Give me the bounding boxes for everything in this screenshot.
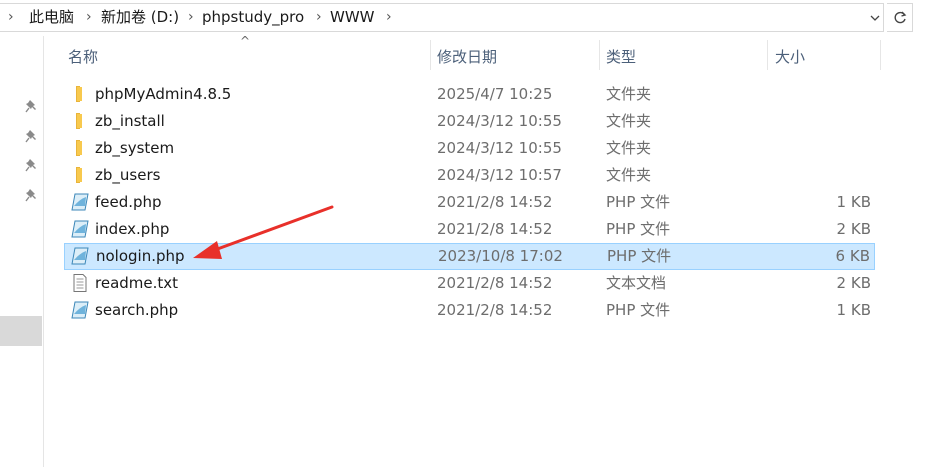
column-divider[interactable] [880,40,881,70]
pin-icon[interactable] [24,157,40,173]
file-size: 2 KB [836,220,871,238]
file-date: 2025/4/7 10:25 [437,85,553,103]
php-file-icon [70,301,90,319]
php-file-icon [70,247,90,265]
file-date: 2021/2/8 14:52 [437,301,553,319]
chevron-right-icon[interactable]: › [8,4,14,31]
file-size: 1 KB [836,301,871,319]
file-date: 2023/10/8 17:02 [438,247,563,265]
file-row[interactable]: readme.txt 2021/2/8 14:52 文本文档 2 KB [64,270,875,297]
folder-icon [70,139,90,157]
folder-icon [70,166,90,184]
pin-icon[interactable] [24,98,40,114]
file-name: readme.txt [95,274,179,292]
column-header-name[interactable]: 名称 [68,44,98,70]
file-row[interactable]: feed.php 2021/2/8 14:52 PHP 文件 1 KB [64,189,875,216]
refresh-icon [894,11,906,24]
file-type: 文件夹 [606,112,652,130]
file-row[interactable]: index.php 2021/2/8 14:52 PHP 文件 2 KB [64,216,875,243]
chevron-right-icon[interactable]: › [86,4,92,31]
file-type: 文件夹 [606,166,652,184]
navigation-pane [0,36,44,467]
file-name: phpMyAdmin4.8.5 [95,85,232,103]
file-date: 2024/3/12 10:57 [437,166,562,184]
column-header-size[interactable]: 大小 [775,44,805,70]
file-row[interactable]: search.php 2021/2/8 14:52 PHP 文件 1 KB [64,297,875,324]
refresh-button[interactable] [887,3,913,32]
file-type: PHP 文件 [606,193,671,211]
file-type: PHP 文件 [607,247,672,265]
column-divider[interactable] [599,40,600,70]
pin-icon[interactable] [24,128,40,144]
php-file-icon [70,193,90,211]
file-type: 文本文档 [606,274,667,292]
file-date: 2021/2/8 14:52 [437,220,553,238]
file-row[interactable]: zb_install 2024/3/12 10:55 文件夹 [64,108,875,135]
file-row[interactable]: zb_users 2024/3/12 10:57 文件夹 [64,162,875,189]
column-divider[interactable] [767,40,768,70]
chevron-down-icon [870,15,880,21]
chevron-right-icon[interactable]: › [316,4,322,31]
pin-icon[interactable] [24,187,40,203]
breadcrumb-drive-d[interactable]: 新加卷 (D:) [101,4,179,31]
file-name: zb_system [95,139,175,157]
breadcrumb-www[interactable]: WWW [330,4,375,31]
php-file-icon [70,220,90,238]
file-date: 2024/3/12 10:55 [437,139,562,157]
folder-icon [70,85,90,103]
file-name: zb_users [95,166,161,184]
file-name: index.php [95,220,170,238]
file-name: nologin.php [96,247,185,265]
file-size: 1 KB [836,193,871,211]
chevron-right-icon[interactable]: › [386,4,392,31]
sort-ascending-icon: ^ [240,34,251,48]
file-row[interactable]: zb_system 2024/3/12 10:55 文件夹 [64,135,875,162]
file-name: search.php [95,301,179,319]
column-header-type[interactable]: 类型 [606,44,636,70]
address-bar: › 此电脑 › 新加卷 (D:) › phpstudy_pro › WWW › [0,0,925,36]
file-name: feed.php [95,193,162,211]
breadcrumb-phpstudy-pro[interactable]: phpstudy_pro [202,4,304,31]
file-size: 2 KB [836,274,871,292]
breadcrumb-this-pc[interactable]: 此电脑 [29,4,74,31]
file-date: 2021/2/8 14:52 [437,193,553,211]
text-file-icon [70,274,90,292]
file-type: PHP 文件 [606,301,671,319]
breadcrumb[interactable]: › 此电脑 › 新加卷 (D:) › phpstudy_pro › WWW › [0,3,884,32]
nav-item-selected[interactable] [0,316,42,346]
chevron-right-icon[interactable]: › [188,4,194,31]
file-type: PHP 文件 [606,220,671,238]
file-size: 6 KB [835,247,870,265]
file-row-selected[interactable]: nologin.php 2023/10/8 17:02 PHP 文件 6 KB [64,243,875,270]
file-row[interactable]: phpMyAdmin4.8.5 2025/4/7 10:25 文件夹 [64,81,875,108]
file-type: 文件夹 [606,85,652,103]
file-type: 文件夹 [606,139,652,157]
column-header-date[interactable]: 修改日期 [437,44,497,70]
column-divider[interactable] [430,40,431,70]
file-name: zb_install [95,112,165,130]
file-date: 2021/2/8 14:52 [437,274,553,292]
file-date: 2024/3/12 10:55 [437,112,562,130]
address-dropdown-button[interactable] [866,4,884,31]
folder-icon [70,112,90,130]
